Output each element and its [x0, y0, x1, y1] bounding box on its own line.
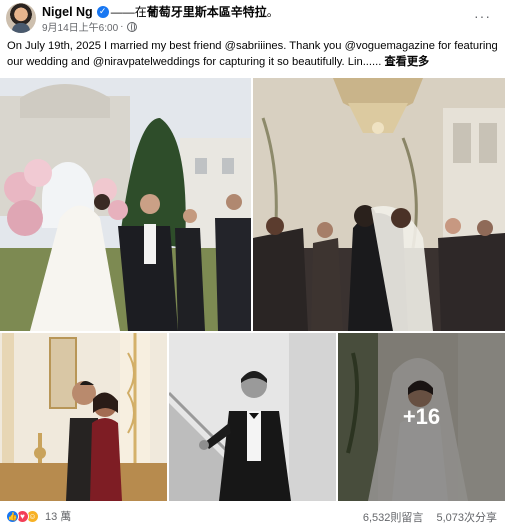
avatar[interactable]	[6, 3, 36, 33]
photo-ballroom-dance[interactable]	[253, 78, 505, 331]
shares-count[interactable]: 5,073次分享	[436, 512, 497, 524]
location-link[interactable]: 葡萄牙里斯本區辛特拉	[147, 5, 267, 19]
photo-ballroom-dance-art	[253, 78, 505, 331]
photo-couple-outdoor-art	[0, 78, 251, 331]
author-row: Nigel Ng ✓ ——在葡萄牙里斯本區辛特拉。	[42, 3, 279, 20]
reactions-count[interactable]: 13 萬	[45, 508, 71, 524]
post-header: Nigel Ng ✓ ——在葡萄牙里斯本區辛特拉。 9月14日上午6:00 · …	[0, 0, 505, 36]
comments-count[interactable]: 6,532則留言	[363, 512, 424, 524]
location-suffix: 。	[266, 5, 279, 19]
author-name[interactable]: Nigel Ng	[42, 5, 93, 19]
photo-couple-indoor-art	[0, 333, 167, 501]
see-more-link[interactable]: 查看更多	[384, 56, 429, 68]
post-footer: 👍 ♥ ☺ 13 萬 6,532則留言 5,073次分享	[0, 503, 505, 525]
photo-groom-bw[interactable]	[169, 333, 336, 501]
post-timestamp[interactable]: 9月14日上午6:00	[42, 19, 118, 34]
photo-couple-outdoor[interactable]	[0, 78, 251, 331]
location-text: ——在葡萄牙里斯本區辛特拉。	[111, 3, 279, 20]
photo-couple-indoor[interactable]	[0, 333, 167, 501]
post-caption: On July 19th, 2025 I married my best fri…	[7, 39, 499, 70]
post-meta: 9月14日上午6:00 ·	[42, 19, 137, 34]
globe-icon	[126, 21, 137, 32]
verified-badge-icon: ✓	[96, 5, 109, 18]
like-reaction-icon: 👍	[6, 509, 19, 523]
engagement-counts: 6,532則留言 5,073次分享	[363, 509, 497, 525]
photo-groom-bw-art	[169, 333, 336, 501]
photo-bride-veil[interactable]: +16	[338, 333, 505, 501]
more-photos-count: +16	[402, 404, 441, 429]
more-photos-overlay[interactable]: +16	[338, 333, 505, 501]
reactions-summary[interactable]: 👍 ♥ ☺ 13 萬	[6, 508, 71, 524]
location-prefix: ——在	[110, 5, 147, 19]
more-options-icon[interactable]: ···	[474, 8, 491, 24]
